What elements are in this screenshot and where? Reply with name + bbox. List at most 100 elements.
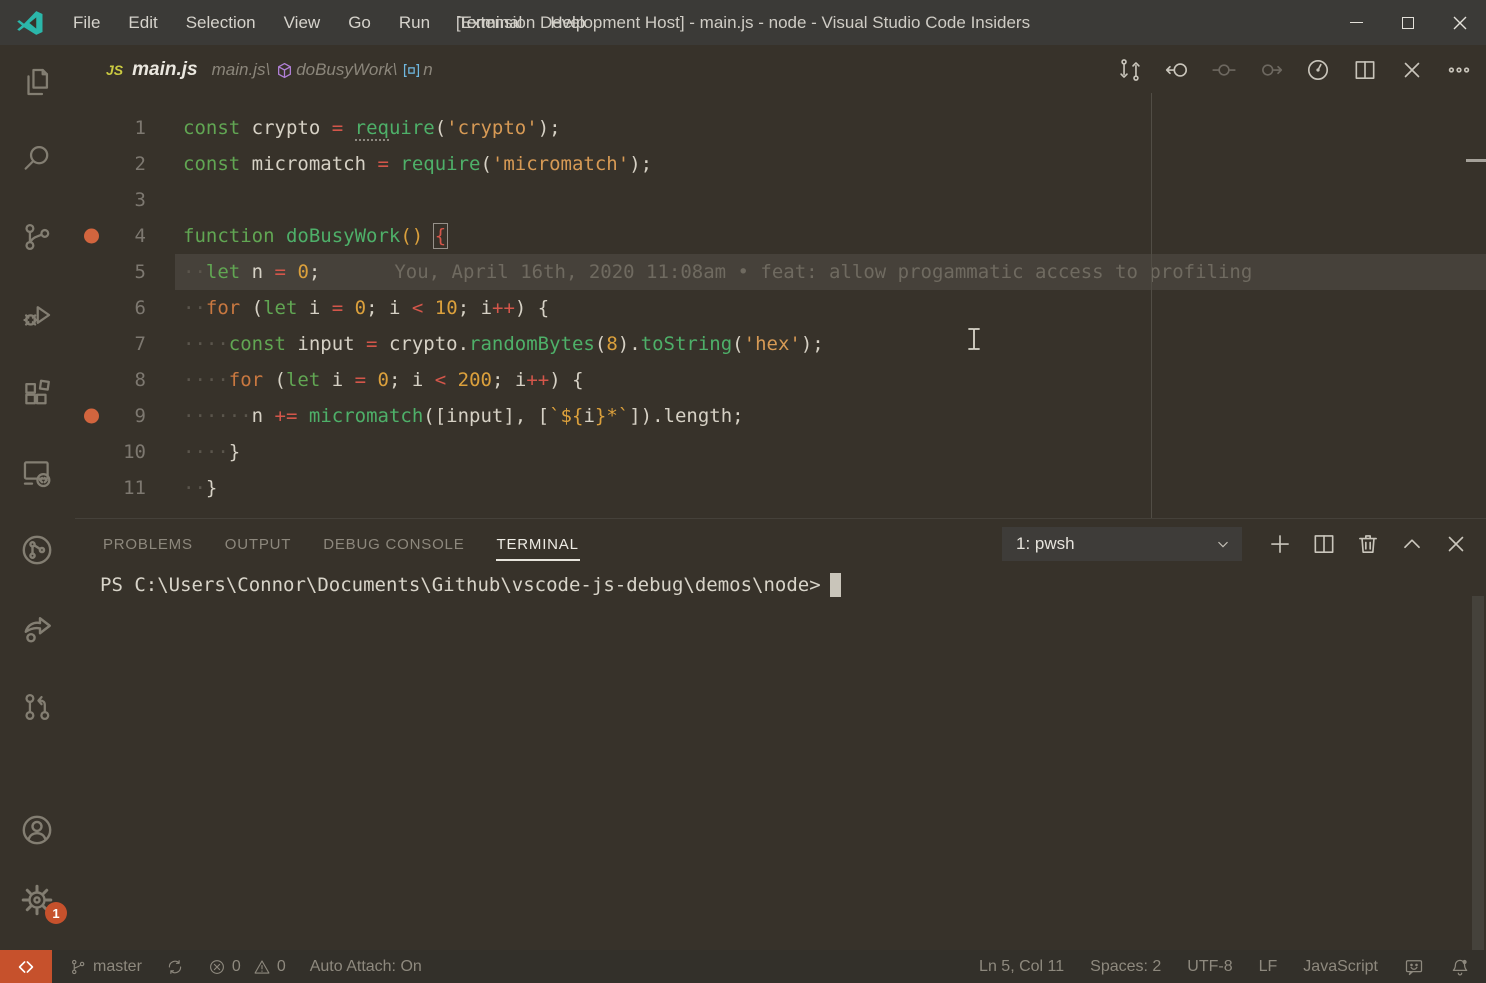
code-row[interactable]: 2const micromatch = require('micromatch'… (75, 146, 1486, 182)
menu-go[interactable]: Go (336, 9, 383, 37)
terminal-prompt: PS C:\Users\Connor\Documents\Github\vsco… (100, 574, 821, 596)
code-token: ); (538, 117, 561, 139)
close-panel-icon[interactable] (1442, 530, 1470, 558)
close-editor-icon[interactable] (1397, 55, 1427, 85)
more-actions-icon[interactable] (1444, 55, 1474, 85)
code-line[interactable]: ··for (let i = 0; i < 10; i++) { (75, 297, 549, 319)
explorer-icon[interactable] (13, 58, 61, 106)
auto-attach-item[interactable]: Auto Attach: On (310, 958, 422, 976)
eol-item[interactable]: LF (1259, 958, 1278, 976)
minimize-icon[interactable] (1330, 0, 1382, 45)
code-token: micromatch (240, 153, 377, 175)
live-share-icon[interactable] (13, 604, 61, 652)
code-token: let (206, 261, 240, 283)
overview-ruler-marker (1466, 159, 1486, 162)
language-label: JavaScript (1303, 958, 1378, 976)
code-row[interactable]: 4function doBusyWork() { (75, 218, 1486, 254)
run-debug-icon[interactable] (13, 291, 61, 339)
line-number: 10 (75, 441, 146, 463)
code-editor[interactable]: 1const crypto = require('crypto');2const… (75, 95, 1486, 518)
encoding-item[interactable]: UTF-8 (1187, 958, 1232, 976)
code-token (446, 369, 457, 391)
cursor-position-item[interactable]: Ln 5, Col 11 (979, 958, 1064, 976)
code-row[interactable]: 10····} (75, 434, 1486, 470)
github-pull-requests-icon[interactable] (13, 683, 61, 731)
notifications-item[interactable] (1450, 957, 1470, 977)
tab-problems[interactable]: PROBLEMS (102, 530, 194, 559)
code-token: toString (641, 333, 733, 355)
code-line[interactable]: ······n += micromatch([input], [`${i}*`]… (75, 405, 744, 427)
profile-icon[interactable] (1303, 55, 1333, 85)
code-token: () (400, 225, 423, 247)
extensions-icon[interactable] (13, 370, 61, 418)
code-line[interactable]: const crypto = require('crypto'); (75, 117, 561, 139)
sync-item[interactable] (166, 958, 184, 976)
menu-view[interactable]: View (272, 9, 333, 37)
code-row[interactable]: 7····const input = crypto.randomBytes(8)… (75, 326, 1486, 362)
code-token: n (252, 405, 275, 427)
indentation-item[interactable]: Spaces: 2 (1090, 958, 1161, 976)
terminal[interactable]: PS C:\Users\Connor\Documents\Github\vsco… (100, 569, 1456, 950)
code-token: const (229, 333, 286, 355)
feedback-item[interactable] (1404, 957, 1424, 977)
account-icon[interactable] (13, 806, 61, 854)
breadcrumb-segment-function[interactable]: doBusyWork\ (296, 60, 397, 80)
code-token: const (183, 117, 240, 139)
code-token: req (355, 117, 389, 141)
search-icon[interactable] (13, 134, 61, 182)
code-token: ; (309, 261, 320, 283)
remote-indicator[interactable] (0, 950, 52, 983)
error-count: 0 (232, 958, 241, 976)
maximize-panel-icon[interactable] (1398, 530, 1426, 558)
code-token: i (320, 369, 354, 391)
code-row[interactable]: 8····for (let i = 0; i < 200; i++) { (75, 362, 1486, 398)
source-control-icon[interactable] (13, 213, 61, 261)
code-token: 'micromatch' (492, 153, 629, 175)
code-row[interactable]: 11··} (75, 470, 1486, 506)
problems-item[interactable]: 0 0 (208, 958, 286, 976)
terminal-scrollbar[interactable] (1472, 596, 1484, 951)
code-row[interactable]: 6··for (let i = 0; i < 10; i++) { (75, 290, 1486, 326)
git-branch-item[interactable]: master (69, 958, 142, 976)
menu-run[interactable]: Run (387, 9, 442, 37)
code-line[interactable]: const micromatch = require('micromatch')… (75, 153, 652, 175)
menu-file[interactable]: File (61, 9, 112, 37)
code-line[interactable]: ····const input = crypto.randomBytes(8).… (75, 333, 824, 355)
split-terminal-icon[interactable] (1310, 530, 1338, 558)
tab-terminal[interactable]: TERMINAL (496, 530, 580, 559)
code-row[interactable]: 5··let n = 0;You, April 16th, 2020 11:08… (75, 254, 1486, 290)
language-item[interactable]: JavaScript (1303, 958, 1378, 976)
code-row[interactable]: 9······n += micromatch([input], [`${i}*`… (75, 398, 1486, 434)
maximize-icon[interactable] (1382, 0, 1434, 45)
code-token: 8 (606, 333, 617, 355)
breadcrumb-segment-symbol[interactable]: n (423, 60, 432, 80)
new-terminal-icon[interactable] (1266, 530, 1294, 558)
kill-terminal-icon[interactable] (1354, 530, 1382, 558)
step-back-icon[interactable] (1162, 55, 1192, 85)
step-forward-icon[interactable] (1256, 55, 1286, 85)
code-token: n (240, 261, 274, 283)
code-row[interactable]: 3 (75, 182, 1486, 218)
code-token: ( (263, 369, 286, 391)
breadcrumb-file-name[interactable]: main.js (132, 59, 197, 81)
code-line[interactable]: ····for (let i = 0; i < 200; i++) { (75, 369, 584, 391)
code-row[interactable]: 1const crypto = require('crypto'); (75, 110, 1486, 146)
code-token: ( (240, 297, 263, 319)
debug-profile-icon[interactable] (13, 526, 61, 574)
breadcrumb-segment-file[interactable]: main.js\ (212, 60, 271, 80)
split-editor-icon[interactable] (1350, 55, 1380, 85)
line-number: 9 (75, 405, 146, 427)
close-icon[interactable] (1434, 0, 1486, 45)
open-changes-icon[interactable] (1115, 55, 1145, 85)
tab-debug-console[interactable]: DEBUG CONSOLE (322, 530, 465, 559)
terminal-selector-dropdown[interactable]: 1: pwsh (1002, 527, 1242, 561)
remote-explorer-icon[interactable] (13, 449, 61, 497)
code-token (343, 117, 354, 139)
settings-gear-icon[interactable]: 1 (13, 876, 61, 924)
step-over-icon[interactable] (1209, 55, 1239, 85)
menu-selection[interactable]: Selection (174, 9, 268, 37)
tab-output[interactable]: OUTPUT (224, 530, 292, 559)
menu-edit[interactable]: Edit (116, 9, 169, 37)
line-number: 3 (75, 189, 146, 211)
editor: JS main.js main.js\ doBusyWork\ n (75, 45, 1486, 518)
